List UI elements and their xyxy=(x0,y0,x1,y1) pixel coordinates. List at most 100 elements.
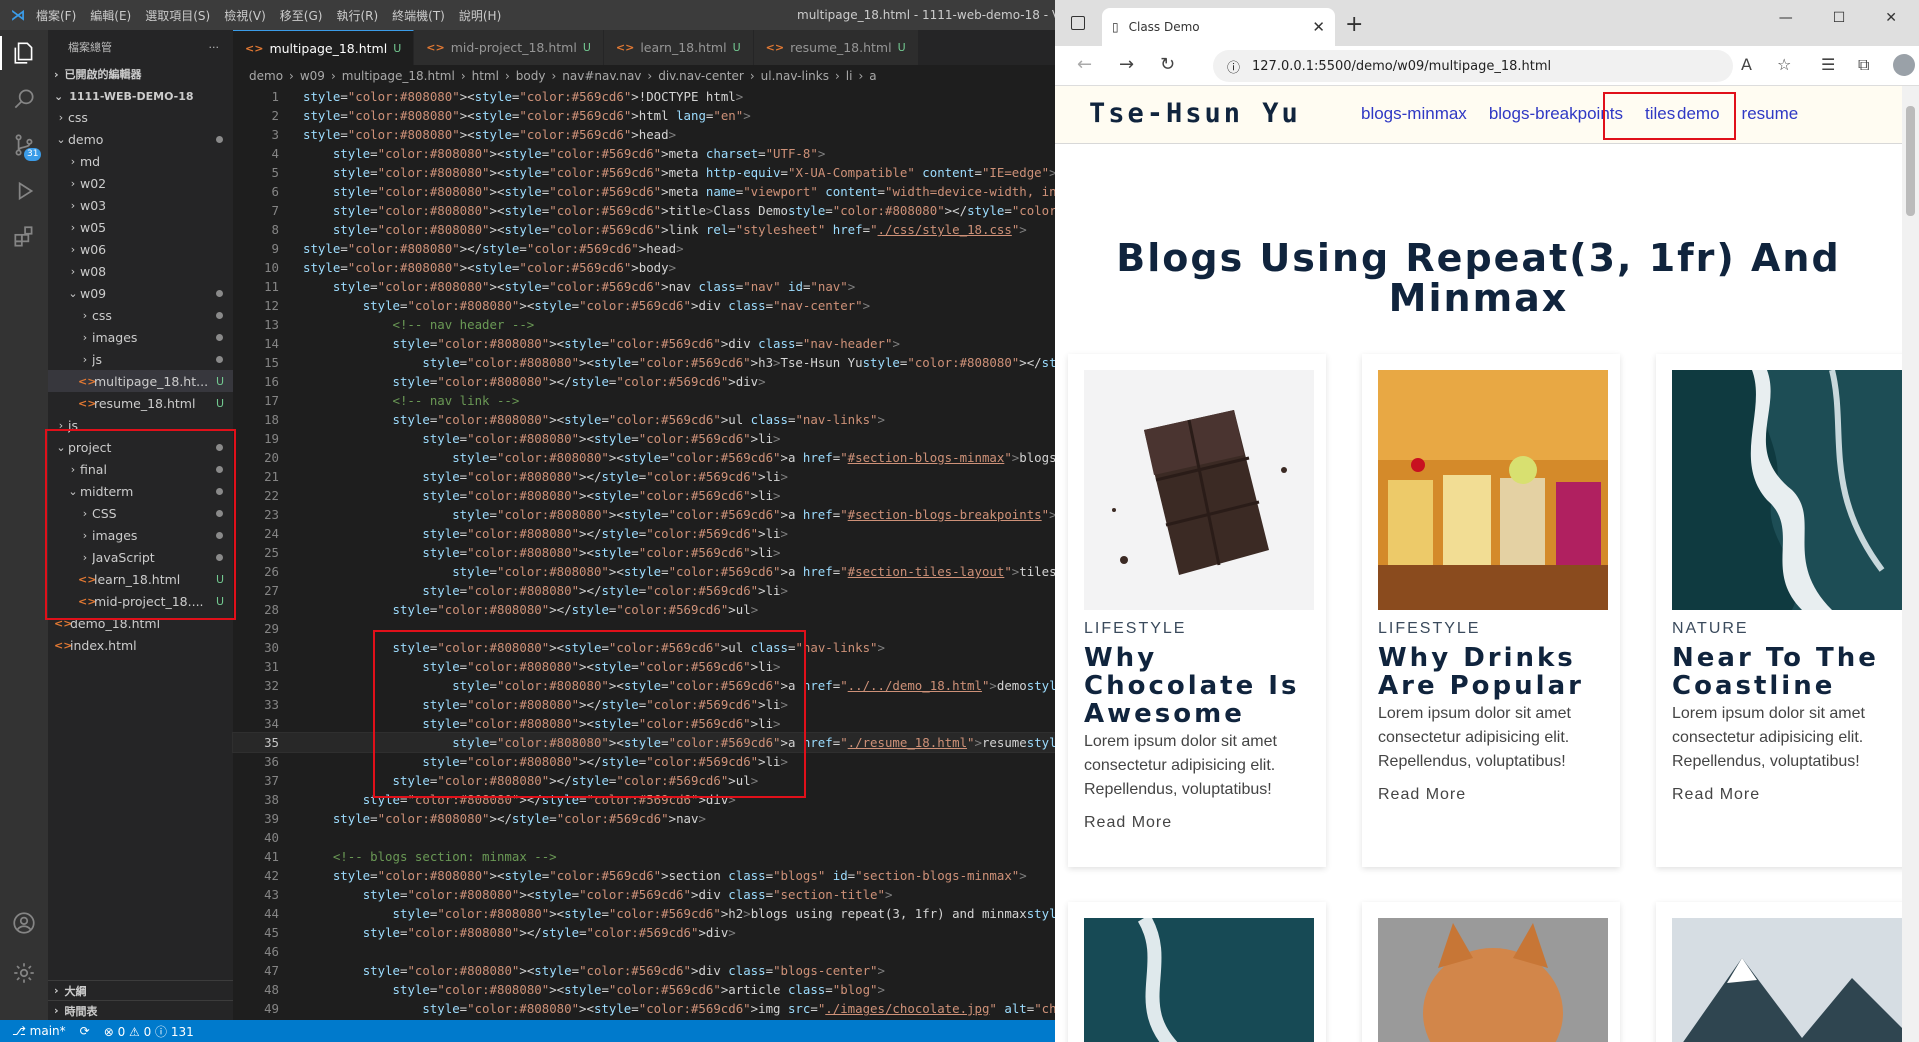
favorite-add-icon[interactable]: ☆ xyxy=(1777,55,1791,74)
code-line[interactable]: 37 style="color:#808080"></style="color:… xyxy=(233,771,1055,790)
breadcrumb-item[interactable]: demo xyxy=(249,69,283,83)
menu-item[interactable]: 編輯(E) xyxy=(90,7,131,24)
scrollbar-thumb[interactable] xyxy=(1906,106,1915,216)
code-line[interactable]: 39 style="color:#808080"></style="color:… xyxy=(233,809,1055,828)
tree-folder[interactable]: › JavaScript xyxy=(48,546,233,568)
sync-icon[interactable]: ⟳ xyxy=(80,1024,90,1038)
tree-folder[interactable]: ⌄ project xyxy=(48,436,233,458)
tree-file[interactable]: <> demo_18.html xyxy=(48,612,233,634)
breadcrumb-item[interactable]: div.nav-center xyxy=(658,69,744,83)
tree-file[interactable]: <> learn_18.html U xyxy=(48,568,233,590)
code-line[interactable]: 40 xyxy=(233,828,1055,847)
editor-tab[interactable]: <> resume_18.html U xyxy=(753,30,919,65)
tree-folder[interactable]: › images xyxy=(48,326,233,348)
url-bar[interactable]: ⓘ 127.0.0.1:5500/demo/w09/multipage_18.h… xyxy=(1213,50,1733,82)
read-more-link[interactable]: Read More xyxy=(1378,786,1466,804)
code-line[interactable]: 19 style="color:#808080"><style="color:#… xyxy=(233,429,1055,448)
tree-folder[interactable]: › CSS xyxy=(48,502,233,524)
tree-folder[interactable]: › images xyxy=(48,524,233,546)
open-editors-section[interactable]: › 已開啟的編輯器 xyxy=(48,64,233,84)
breadcrumb-item[interactable]: ul.nav-links xyxy=(761,69,829,83)
code-line[interactable]: 44 style="color:#808080"><style="color:#… xyxy=(233,904,1392,923)
back-icon[interactable]: ← xyxy=(1077,54,1092,75)
tree-folder[interactable]: › w06 xyxy=(48,238,233,260)
code-line[interactable]: 18 style="color:#808080"><style="color:#… xyxy=(233,410,1055,429)
code-line[interactable]: 32 style="color:#808080"><style="color:#… xyxy=(233,676,1385,695)
collections-icon[interactable]: ⧉ xyxy=(1858,55,1869,75)
source-control-icon[interactable]: 31 xyxy=(0,122,48,168)
tree-folder[interactable]: › w05 xyxy=(48,216,233,238)
page-scrollbar[interactable] xyxy=(1902,86,1919,1042)
code-line[interactable]: 25 style="color:#808080"><style="color:#… xyxy=(233,543,1055,562)
tree-file[interactable]: <> multipage_18.ht... U xyxy=(48,370,233,392)
tree-folder[interactable]: ⌄ midterm xyxy=(48,480,233,502)
code-line[interactable]: 23 style="color:#808080"><style="color:#… xyxy=(233,505,1541,524)
explorer-icon[interactable] xyxy=(0,30,48,76)
breadcrumb-item[interactable]: html xyxy=(472,69,499,83)
tree-folder[interactable]: ⌄ demo xyxy=(48,128,233,150)
code-line[interactable]: 8 style="color:#808080"><style="color:#5… xyxy=(233,220,1055,239)
code-line[interactable]: 3 style="color:#808080"><style="color:#56… xyxy=(233,125,1055,144)
tree-folder[interactable]: › final xyxy=(48,458,233,480)
outline-section[interactable]: › 大綱 xyxy=(48,980,233,1000)
read-more-link[interactable]: Read More xyxy=(1672,786,1760,804)
maximize-icon[interactable]: ☐ xyxy=(1833,10,1846,26)
minimize-icon[interactable]: — xyxy=(1779,10,1793,26)
site-nav-link[interactable]: demo xyxy=(1677,104,1720,124)
read-more-link[interactable]: Read More xyxy=(1084,814,1172,832)
code-line[interactable]: 27 style="color:#808080"></style="color:… xyxy=(233,581,1055,600)
new-tab-icon[interactable]: + xyxy=(1345,12,1363,37)
breadcrumb-item[interactable]: li xyxy=(846,69,853,83)
breadcrumb-item[interactable]: nav#nav.nav xyxy=(562,69,641,83)
tree-folder[interactable]: › css xyxy=(48,106,233,128)
breadcrumb-item[interactable]: multipage_18.html xyxy=(342,69,455,83)
tree-folder[interactable]: › md xyxy=(48,150,233,172)
code-line[interactable]: 43 style="color:#808080"><style="color:#… xyxy=(233,885,1055,904)
menu-item[interactable]: 執行(R) xyxy=(336,7,378,24)
code-line[interactable]: 1 style="color:#808080"><style="color:#56… xyxy=(233,87,1055,106)
code-line[interactable]: 15 style="color:#808080"><style="color:#… xyxy=(233,353,1228,372)
menu-item[interactable]: 終端機(T) xyxy=(392,7,445,24)
menu-item[interactable]: 檔案(F) xyxy=(36,7,76,24)
code-line[interactable]: 20 style="color:#808080"><style="color:#… xyxy=(233,448,1467,467)
code-line[interactable]: 48 style="color:#808080"><style="color:#… xyxy=(233,980,1055,999)
settings-gear-icon[interactable] xyxy=(0,950,48,996)
tab-actions-icon[interactable] xyxy=(1071,16,1085,30)
tree-folder[interactable]: › js xyxy=(48,414,233,436)
code-line[interactable]: 17 <!-- nav link --> xyxy=(233,391,1055,410)
menu-item[interactable]: 選取項目(S) xyxy=(145,7,210,24)
menu-item[interactable]: 移至(G) xyxy=(280,7,323,24)
breadcrumb-item[interactable]: a xyxy=(869,69,876,83)
tree-folder[interactable]: › w03 xyxy=(48,194,233,216)
close-tab-icon[interactable]: ✕ xyxy=(1312,18,1325,36)
site-nav-link[interactable]: resume xyxy=(1742,104,1799,124)
code-line[interactable]: 16 style="color:#808080"></style="color:… xyxy=(233,372,1055,391)
close-window-icon[interactable]: ✕ xyxy=(1885,10,1897,26)
tree-file[interactable]: <> mid-project_18.... U xyxy=(48,590,233,612)
code-line[interactable]: 30 style="color:#808080"><style="color:#… xyxy=(233,638,1055,657)
read-aloud-icon[interactable]: A xyxy=(1741,55,1752,74)
code-line[interactable]: 41 <!-- blogs section: minmax --> xyxy=(233,847,1055,866)
code-line[interactable]: 9 style="color:#808080"></style="color:#5… xyxy=(233,239,1055,258)
editor-tab[interactable]: <> learn_18.html U xyxy=(603,30,754,65)
more-actions-icon[interactable]: ··· xyxy=(209,41,220,54)
code-line[interactable]: 7 style="color:#808080"><style="color:#5… xyxy=(233,201,1176,220)
code-line[interactable]: 42 style="color:#808080"><style="color:#… xyxy=(233,866,1055,885)
branch-indicator[interactable]: ⎇ main* xyxy=(12,1024,66,1038)
code-line[interactable]: 24 style="color:#808080"></style="color:… xyxy=(233,524,1055,543)
code-line[interactable]: 34 style="color:#808080"><style="color:#… xyxy=(233,714,1055,733)
code-line[interactable]: 13 <!-- nav header --> xyxy=(233,315,1055,334)
search-icon[interactable] xyxy=(0,76,48,122)
code-editor[interactable]: 1 style="color:#808080"><style="color:#56… xyxy=(232,87,1542,1020)
code-line[interactable]: 29 xyxy=(233,619,1055,638)
tree-file[interactable]: <> resume_18.html U xyxy=(48,392,233,414)
code-line[interactable]: 4 style="color:#808080"><style="color:#5… xyxy=(233,144,1055,163)
refresh-icon[interactable]: ↻ xyxy=(1160,54,1175,75)
code-line[interactable]: 2 style="color:#808080"><style="color:#56… xyxy=(233,106,1055,125)
tree-folder[interactable]: ⌄ w09 xyxy=(48,282,233,304)
code-line[interactable]: 38 style="color:#808080"></style="color:… xyxy=(233,790,1055,809)
code-line[interactable]: 45 style="color:#808080"></style="color:… xyxy=(233,923,1055,942)
code-line[interactable]: 12 style="color:#808080"><style="color:#… xyxy=(233,296,1055,315)
code-line[interactable]: 6 style="color:#808080"><style="color:#5… xyxy=(233,182,1184,201)
tree-file[interactable]: <> index.html xyxy=(48,634,233,656)
